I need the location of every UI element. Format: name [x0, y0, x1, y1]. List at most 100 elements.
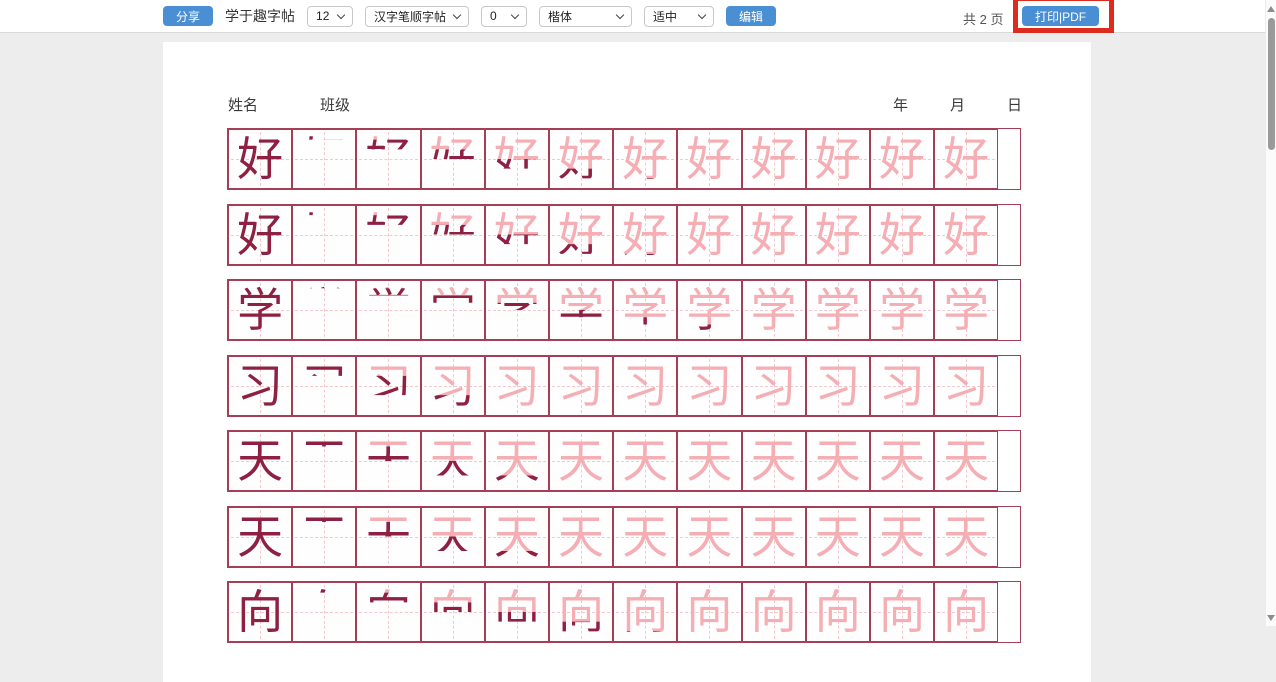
practice-cell: 向向: [613, 582, 677, 642]
practice-cell: 习: [806, 356, 870, 416]
practice-cell: 向向: [421, 582, 485, 642]
horizontal-guide-line: [937, 612, 995, 613]
horizontal-guide-line: [873, 386, 931, 387]
practice-cell: 天: [870, 507, 934, 567]
horizontal-guide-line: [937, 235, 995, 236]
character-row: 天天天天天天天天天天天天天天天: [227, 506, 1021, 568]
horizontal-guide-line: [616, 159, 674, 160]
practice-cell: 天: [292, 431, 356, 491]
practice-cell: 好好: [613, 129, 677, 189]
horizontal-guide-line: [745, 461, 803, 462]
practice-cell: 向: [677, 582, 741, 642]
practice-cell: 向: [228, 582, 292, 642]
horizontal-guide-line: [809, 235, 867, 236]
horizontal-guide-line: [295, 386, 353, 387]
year-label: 年: [893, 94, 908, 115]
horizontal-guide-line: [745, 386, 803, 387]
horizontal-guide-line: [552, 386, 610, 387]
spacing-value: 适中: [653, 8, 677, 25]
character-row: 天天天天天天天天天天天天天天天: [227, 430, 1021, 492]
horizontal-guide-line: [295, 159, 353, 160]
page-count-label: 共 2 页: [963, 9, 1003, 28]
font-select[interactable]: 楷体: [539, 6, 632, 27]
practice-cell: 习: [742, 356, 806, 416]
horizontal-guide-line: [552, 235, 610, 236]
practice-cell: 向向: [549, 582, 613, 642]
practice-cell: 好好: [356, 129, 420, 189]
practice-cell: 好: [934, 205, 998, 265]
horizontal-guide-line: [616, 537, 674, 538]
practice-cell: 好: [292, 129, 356, 189]
scroll-down-icon[interactable]: [1267, 615, 1275, 621]
worksheet-header: 姓名 班级 年 月 日: [228, 94, 1022, 115]
practice-cell: 学学: [356, 280, 420, 340]
horizontal-guide-line: [359, 612, 417, 613]
practice-cell: 好好: [421, 205, 485, 265]
scrollbar[interactable]: [1265, 0, 1276, 626]
practice-cell: 天天: [356, 431, 420, 491]
edit-button[interactable]: 编辑: [726, 6, 776, 26]
chevron-down-icon: [337, 10, 345, 18]
practice-cell: 习: [228, 356, 292, 416]
template-value: 汉字笔顺字帖: [374, 8, 446, 25]
practice-cell: 好: [742, 205, 806, 265]
horizontal-guide-line: [680, 159, 738, 160]
horizontal-guide-line: [231, 159, 289, 160]
blank-count-select[interactable]: 0: [481, 6, 527, 27]
practice-cell: 天: [228, 507, 292, 567]
horizontal-guide-line: [552, 537, 610, 538]
practice-cell: 好: [870, 129, 934, 189]
practice-cell: 好好: [613, 205, 677, 265]
practice-cell: 习: [549, 356, 613, 416]
practice-cell: 习: [613, 356, 677, 416]
practice-cell: 好: [677, 205, 741, 265]
horizontal-guide-line: [359, 159, 417, 160]
practice-cell: 习: [292, 356, 356, 416]
horizontal-guide-line: [873, 612, 931, 613]
name-label: 姓名: [228, 94, 258, 115]
practice-cell: 学学: [549, 280, 613, 340]
chevron-down-icon: [511, 10, 519, 18]
spacing-select[interactable]: 适中: [644, 6, 714, 27]
horizontal-guide-line: [359, 386, 417, 387]
share-button[interactable]: 分享: [163, 6, 213, 26]
horizontal-guide-line: [809, 461, 867, 462]
print-pdf-button[interactable]: 打印|PDF: [1022, 6, 1099, 26]
horizontal-guide-line: [873, 537, 931, 538]
horizontal-guide-line: [937, 310, 995, 311]
template-select[interactable]: 汉字笔顺字帖: [365, 6, 469, 27]
horizontal-guide-line: [809, 537, 867, 538]
horizontal-guide-line: [616, 310, 674, 311]
horizontal-guide-line: [424, 386, 482, 387]
practice-cell: 学学: [421, 280, 485, 340]
practice-cell: 天: [228, 431, 292, 491]
scroll-up-icon[interactable]: [1267, 6, 1275, 12]
horizontal-guide-line: [424, 235, 482, 236]
practice-cell: 天天: [356, 507, 420, 567]
horizontal-guide-line: [231, 310, 289, 311]
scrollbar-thumb[interactable]: [1268, 18, 1275, 150]
horizontal-guide-line: [424, 159, 482, 160]
chevron-down-icon: [453, 10, 461, 18]
worksheet-page: 姓名 班级 年 月 日 好好好好好好好好好好好好好好好好好好好好好好好好好好好好…: [163, 42, 1091, 682]
horizontal-guide-line: [488, 310, 546, 311]
horizontal-guide-line: [616, 612, 674, 613]
horizontal-guide-line: [616, 461, 674, 462]
practice-cell: 学学: [677, 280, 741, 340]
practice-cell: 天天: [421, 507, 485, 567]
horizontal-guide-line: [424, 537, 482, 538]
practice-cell: 天: [742, 507, 806, 567]
horizontal-guide-line: [359, 461, 417, 462]
practice-cell: 学: [934, 280, 998, 340]
grid-count-select[interactable]: 12: [307, 6, 353, 27]
practice-cell: 习: [677, 356, 741, 416]
horizontal-guide-line: [488, 461, 546, 462]
practice-cell: 学: [870, 280, 934, 340]
horizontal-guide-line: [424, 310, 482, 311]
practice-cell: 天天: [485, 507, 549, 567]
practice-cell: 好: [870, 205, 934, 265]
practice-cell: 天: [870, 431, 934, 491]
horizontal-guide-line: [616, 386, 674, 387]
horizontal-guide-line: [488, 235, 546, 236]
horizontal-guide-line: [937, 386, 995, 387]
